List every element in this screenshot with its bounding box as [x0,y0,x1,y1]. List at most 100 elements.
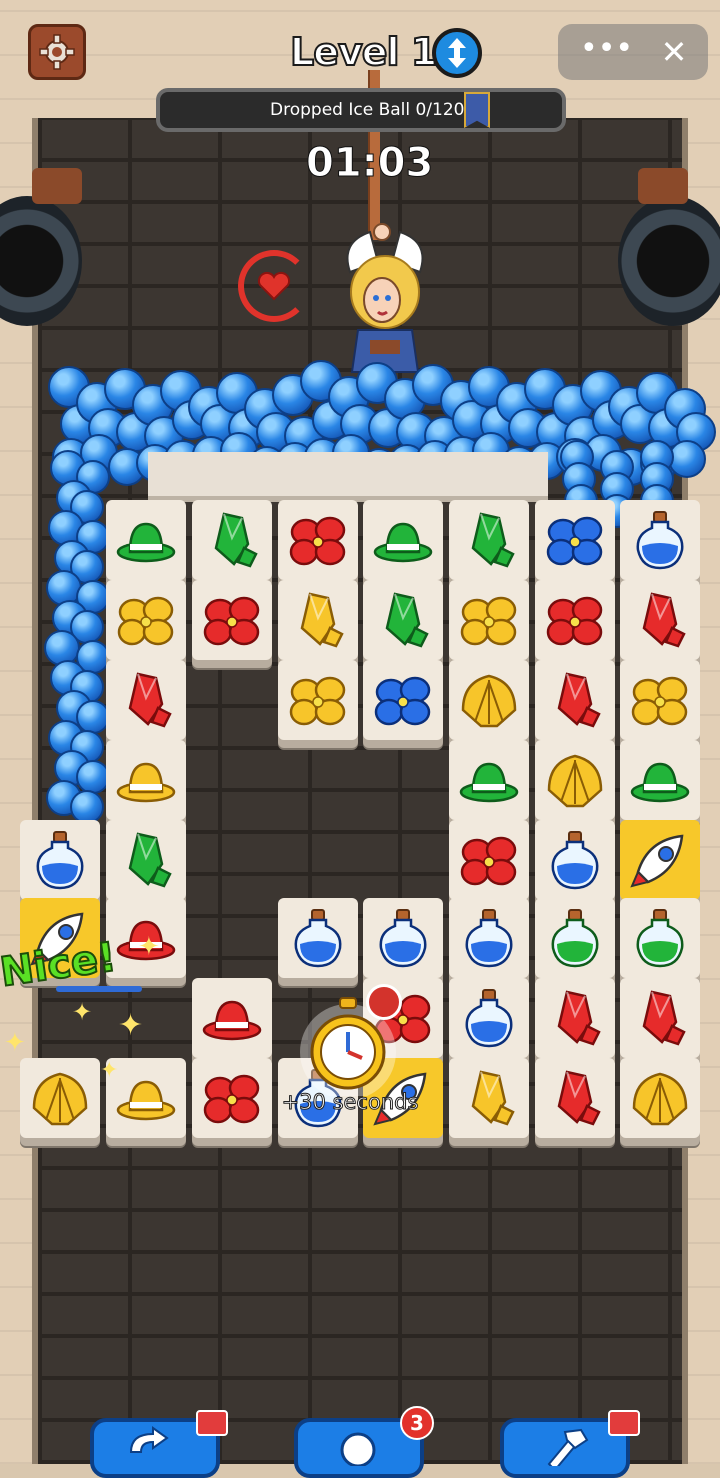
yellow-gem-icon [300,592,344,648]
tile-blue-flower[interactable] [535,500,615,580]
tile-red-gem[interactable] [620,978,700,1058]
tile-red-flower[interactable] [192,580,272,660]
tile-yellow-gem[interactable] [449,1058,529,1138]
blue-flower-icon [546,516,603,566]
tile-yellow-flower[interactable] [106,580,186,660]
video-ad-icon [366,984,402,1020]
tile-yellow-shell[interactable] [620,1058,700,1138]
rocket-icon [630,834,684,888]
objective-text: Dropped Ice Ball 0/120 [270,100,465,120]
tile-green-potion[interactable] [620,898,700,978]
sparkle-icon: ✦ [138,932,160,962]
yellow-flower-icon [117,596,174,646]
tile-blue-potion[interactable] [449,978,529,1058]
tile-green-gem[interactable] [192,500,272,580]
more-button[interactable]: ••• [580,34,633,70]
tile-yellow-flower[interactable] [278,660,358,740]
video-ad-icon [608,1410,640,1436]
tile-green-gem[interactable] [449,500,529,580]
right-pipe-cap [638,168,688,204]
tile-red-gem[interactable] [535,1058,615,1138]
red-flower-icon [460,836,517,886]
tile-yellow-shell[interactable] [20,1058,100,1138]
objective-bar: Dropped Ice Ball 0/120 [156,88,566,132]
lives-indicator [238,250,310,322]
green-gem-icon [214,512,258,568]
red-gem-icon [557,672,601,728]
tile-blue-potion[interactable] [535,820,615,900]
green-potion-icon [551,909,599,968]
tile-blue-potion[interactable] [449,898,529,978]
right-pipe [618,196,720,326]
tile-red-flower[interactable] [535,580,615,660]
tile-green-hat[interactable] [620,740,700,820]
tile-red-flower[interactable] [278,500,358,580]
yellow-hat-icon [116,762,176,803]
green-hat-icon [630,762,690,803]
yellow-flower-icon [631,676,688,726]
yellow-flower-icon [460,596,517,646]
tile-blue-flower[interactable] [363,660,443,740]
yellow-gem-icon [471,1070,515,1126]
tile-green-hat[interactable] [363,500,443,580]
princess-character [346,223,424,373]
tile-yellow-gem[interactable] [278,580,358,660]
blue-potion-icon [36,831,84,890]
close-button[interactable]: ✕ [654,32,694,72]
sparkle-icon: ✦ [118,1008,144,1043]
green-gem-icon [471,512,515,568]
yellow-hat-icon [116,1080,176,1121]
level-info-button[interactable] [432,28,482,78]
video-ad-icon [196,1410,228,1436]
tile-green-potion[interactable] [535,898,615,978]
settings-button[interactable] [28,24,86,80]
tile-yellow-shell[interactable] [449,660,529,740]
left-pipe-cap [32,168,82,204]
tile-blue-potion[interactable] [363,898,443,978]
tile-red-flower[interactable] [192,1058,272,1138]
tile-yellow-flower[interactable] [620,660,700,740]
arrow-updown-icon [448,38,466,68]
mini-program-capsule: ••• ✕ [558,24,708,80]
tile-red-flower[interactable] [449,820,529,900]
reward-badge-icon [464,92,490,128]
tile-red-gem[interactable] [535,978,615,1058]
magnifier-icon [340,1432,376,1466]
tile-red-gem[interactable] [620,580,700,660]
sparkle-icon: ✦ [100,1058,119,1083]
tile-yellow-flower[interactable] [449,580,529,660]
tile-red-hat[interactable] [192,978,272,1058]
tile-green-hat[interactable] [449,740,529,820]
tile-yellow-shell[interactable] [535,740,615,820]
yellow-shell-icon [632,1072,688,1126]
tile-yellow-hat[interactable] [106,740,186,820]
tile-green-hat[interactable] [106,500,186,580]
yellow-shell-icon [32,1072,88,1126]
green-hat-icon [459,762,519,803]
green-potion-icon [636,909,684,968]
yellow-shell-icon [547,754,603,808]
blue-potion-icon [551,831,599,890]
tile-blue-potion[interactable] [278,898,358,978]
yellow-flower-icon [289,676,346,726]
tile-blue-potion[interactable] [620,500,700,580]
tile-blue-potion[interactable] [20,820,100,900]
bonus-time-text: +30 seconds [281,1090,419,1115]
red-flower-icon [546,596,603,646]
green-hat-icon [373,522,433,563]
hint-count-badge: 3 [400,1406,434,1440]
stone-shelf [148,452,548,502]
tile-red-gem[interactable] [106,660,186,740]
tile-green-gem[interactable] [106,820,186,900]
blue-potion-icon [465,989,513,1048]
blue-potion-icon [379,909,427,968]
hammer-icon [547,1428,589,1466]
tile-green-gem[interactable] [363,580,443,660]
blue-potion-icon [294,909,342,968]
red-gem-icon [128,672,172,728]
red-gem-icon [642,592,686,648]
blue-potion-icon [465,909,513,968]
tile-rocket[interactable] [620,820,700,900]
red-flower-icon [289,516,346,566]
tile-red-gem[interactable] [535,660,615,740]
